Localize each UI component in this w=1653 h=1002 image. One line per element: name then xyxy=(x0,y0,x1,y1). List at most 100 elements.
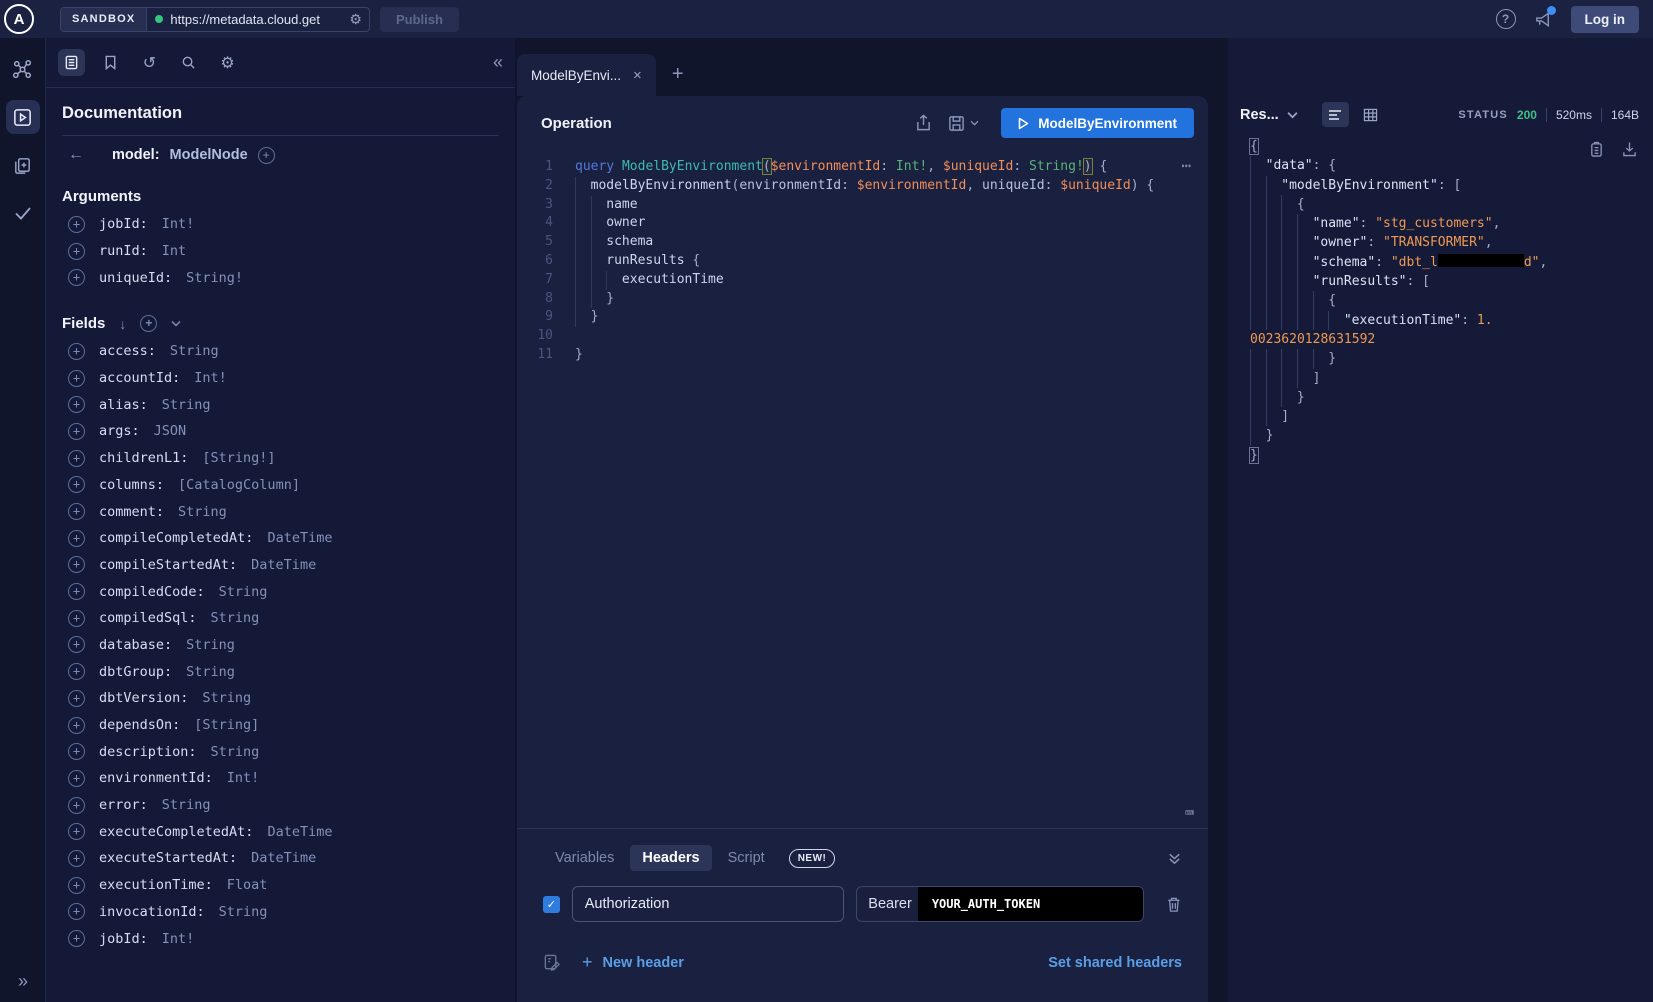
field-row[interactable]: + uniqueId: String! xyxy=(62,264,499,291)
endpoint-url[interactable]: https://metadata.cloud.get xyxy=(170,12,320,27)
new-tab-icon[interactable]: + xyxy=(672,63,684,96)
query-editor[interactable]: ⋯ 1 query ModelByEnvironment($environmen… xyxy=(517,150,1208,828)
add-field-icon[interactable]: + xyxy=(68,396,85,413)
response-chevron-down-icon[interactable] xyxy=(1287,111,1298,119)
field-row[interactable]: + environmentId: Int! xyxy=(62,765,499,792)
response-json[interactable]: {"data": {"modelByEnvironment": [{"name"… xyxy=(1228,137,1653,465)
field-row[interactable]: + columns: [CatalogColumn] xyxy=(62,472,499,499)
help-icon[interactable]: ? xyxy=(1496,9,1516,29)
field-row[interactable]: + dbtVersion: String xyxy=(62,685,499,712)
code-line[interactable]: 6 runResults { xyxy=(517,252,1208,271)
save-icon[interactable] xyxy=(948,115,965,132)
breadcrumb-type[interactable]: ModelNode xyxy=(170,147,248,163)
add-field-icon[interactable]: + xyxy=(68,903,85,920)
add-field-icon[interactable]: + xyxy=(68,556,85,573)
field-row[interactable]: + comment: String xyxy=(62,498,499,525)
back-arrow-icon[interactable]: ← xyxy=(68,146,84,164)
add-field-icon[interactable]: + xyxy=(68,423,85,440)
delete-header-trash-icon[interactable] xyxy=(1166,896,1182,913)
field-row[interactable]: + error: String xyxy=(62,792,499,819)
add-field-icon[interactable]: + xyxy=(68,636,85,653)
add-field-icon[interactable]: + xyxy=(68,770,85,787)
fields-chevron-down-icon[interactable] xyxy=(171,320,181,327)
collapse-panel-icon[interactable]: « xyxy=(493,52,503,73)
tab-variables[interactable]: Variables xyxy=(543,845,626,871)
set-shared-headers-link[interactable]: Set shared headers xyxy=(1048,955,1182,971)
field-row[interactable]: + childrenL1: [String!] xyxy=(62,445,499,472)
add-field-icon[interactable]: + xyxy=(68,530,85,547)
code-line[interactable]: 4 owner xyxy=(517,214,1208,233)
header-key-input[interactable] xyxy=(572,886,845,922)
login-button[interactable]: Log in xyxy=(1571,6,1640,33)
field-row[interactable]: + access: String xyxy=(62,338,499,365)
auth-token-redacted[interactable]: YOUR_AUTH_TOKEN xyxy=(918,887,1143,921)
code-line[interactable]: 5 schema xyxy=(517,233,1208,252)
collapse-bottom-panel-icon[interactable] xyxy=(1167,851,1182,866)
editor-more-options-icon[interactable]: ⋯ xyxy=(1181,156,1192,175)
code-line[interactable]: 9 } xyxy=(517,308,1208,327)
sidebar-item-explorer[interactable] xyxy=(6,100,40,134)
sidebar-item-collections[interactable] xyxy=(6,148,40,182)
field-row[interactable]: + runId: Int xyxy=(62,238,499,265)
add-field-icon[interactable]: + xyxy=(68,797,85,814)
edit-headers-doc-icon[interactable] xyxy=(543,954,560,972)
field-row[interactable]: + dbtGroup: String xyxy=(62,658,499,685)
code-line[interactable]: 10 xyxy=(517,327,1208,346)
tab-script[interactable]: Script xyxy=(716,845,777,871)
field-row[interactable]: + args: JSON xyxy=(62,418,499,445)
copy-response-icon[interactable] xyxy=(1589,141,1604,158)
field-row[interactable]: + executionTime: Float xyxy=(62,872,499,899)
endpoint-url-field[interactable]: https://metadata.cloud.get xyxy=(147,8,347,31)
add-all-fields-icon[interactable]: + xyxy=(140,315,157,332)
code-line[interactable]: 1 query ModelByEnvironment($environmentI… xyxy=(517,158,1208,177)
add-field-icon[interactable]: + xyxy=(68,503,85,520)
field-row[interactable]: + description: String xyxy=(62,738,499,765)
code-line[interactable]: 11 } xyxy=(517,346,1208,365)
add-field-icon[interactable]: + xyxy=(68,823,85,840)
add-field-icon[interactable]: + xyxy=(68,476,85,493)
search-icon[interactable] xyxy=(175,49,202,76)
endpoint-settings-gear-icon[interactable]: ⚙ xyxy=(347,8,369,31)
field-row[interactable]: + database: String xyxy=(62,632,499,659)
add-field-icon[interactable]: + xyxy=(68,583,85,600)
field-row[interactable]: + jobId: Int! xyxy=(62,211,499,238)
add-field-icon[interactable]: + xyxy=(68,930,85,947)
add-field-icon[interactable]: + xyxy=(68,877,85,894)
new-header-button[interactable]: + New header xyxy=(582,952,684,973)
code-line[interactable]: 3 name xyxy=(517,196,1208,215)
raw-view-icon[interactable] xyxy=(1322,102,1349,127)
save-group[interactable] xyxy=(948,115,979,132)
response-title[interactable]: Res... xyxy=(1240,107,1279,123)
add-field-icon[interactable]: + xyxy=(68,343,85,360)
add-field-icon[interactable]: + xyxy=(68,450,85,467)
add-field-icon[interactable]: + xyxy=(68,269,85,286)
table-view-icon[interactable] xyxy=(1357,102,1384,127)
apollo-logo[interactable]: A xyxy=(4,4,34,34)
add-field-icon[interactable]: + xyxy=(68,743,85,760)
add-field-icon[interactable]: + xyxy=(68,610,85,627)
field-row[interactable]: + compileCompletedAt: DateTime xyxy=(62,525,499,552)
header-value-input[interactable]: Bearer YOUR_AUTH_TOKEN xyxy=(856,886,1144,922)
add-field-icon[interactable]: + xyxy=(68,850,85,867)
field-row[interactable]: + alias: String xyxy=(62,391,499,418)
sidebar-item-checklist[interactable] xyxy=(6,196,40,230)
add-field-icon[interactable]: + xyxy=(68,663,85,680)
code-line[interactable]: 7 executionTime xyxy=(517,271,1208,290)
sidebar-item-schema[interactable] xyxy=(6,52,40,86)
run-operation-button[interactable]: ModelByEnvironment xyxy=(1001,108,1194,138)
documentation-tab-icon[interactable] xyxy=(58,49,85,76)
field-row[interactable]: + executeCompletedAt: DateTime xyxy=(62,818,499,845)
header-enabled-checkbox[interactable]: ✓ xyxy=(543,896,560,913)
history-icon[interactable]: ↺ xyxy=(136,49,163,76)
bookmarks-icon[interactable] xyxy=(97,49,124,76)
field-row[interactable]: + compileStartedAt: DateTime xyxy=(62,552,499,579)
add-field-icon[interactable]: + xyxy=(68,243,85,260)
add-field-icon[interactable]: + xyxy=(68,690,85,707)
code-line[interactable]: 2 modelByEnvironment(environmentId: $env… xyxy=(517,177,1208,196)
share-icon[interactable] xyxy=(915,114,932,132)
tab-headers[interactable]: Headers xyxy=(630,845,711,871)
field-row[interactable]: + invocationId: String xyxy=(62,899,499,926)
add-field-icon[interactable]: + xyxy=(68,216,85,233)
download-response-icon[interactable] xyxy=(1622,141,1637,157)
expand-sidebar-icon[interactable]: » xyxy=(0,971,46,992)
